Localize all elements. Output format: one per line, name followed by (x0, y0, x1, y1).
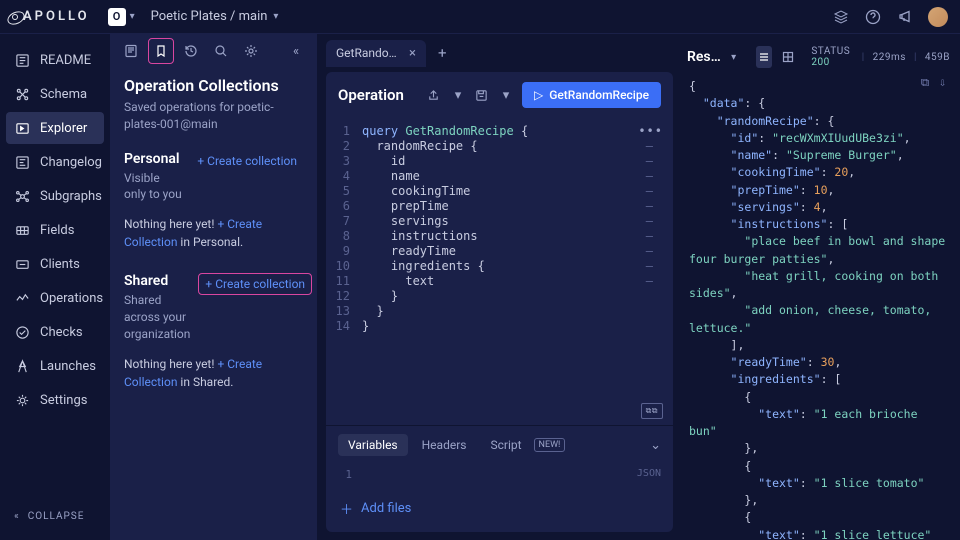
graphs-icon[interactable] (832, 8, 850, 26)
response-panel: Respo... ▾ STATUS 200 | 229ms | 459B ⧉⇩ … (681, 34, 960, 540)
collapse-panel-icon[interactable]: « (283, 38, 309, 64)
topbar: APOLLO O ▾ Poetic Plates / main ▾ (0, 0, 960, 34)
sidebar-item-schema[interactable]: Schema (6, 78, 104, 110)
personal-heading: Personal (124, 151, 183, 167)
play-icon: ▷ (534, 88, 543, 102)
sidebar-item-label: Checks (40, 325, 83, 340)
operation-tab[interactable]: GetRandomR...× (326, 40, 426, 67)
personal-subtitle: Visible only to you (124, 170, 183, 204)
chevron-down-icon[interactable]: ▾ (130, 11, 135, 22)
sidebar-item-label: Clients (40, 257, 80, 272)
tab-headers[interactable]: Headers (412, 434, 477, 456)
json-label: JSON (637, 468, 661, 481)
sidebar-item-clients[interactable]: Clients (6, 248, 104, 280)
sidebar-item-label: Subgraphs (40, 189, 102, 204)
personal-empty: Nothing here yet! + Create Collection in… (124, 215, 303, 251)
operation-tabs: GetRandomR...× + (318, 34, 681, 72)
readme-icon (14, 52, 30, 68)
sidebar-item-label: Schema (40, 87, 87, 102)
response-body[interactable]: ⧉⇩ { "data": { "randomRecipe": { "id": "… (687, 72, 950, 540)
query-editor[interactable]: 1234567891011121314 ••• ⧉⧉ query GetRand… (326, 118, 673, 425)
shared-heading: Shared (124, 273, 190, 289)
sidebar-item-subgraphs[interactable]: Subgraphs (6, 180, 104, 212)
sidebar-item-readme[interactable]: README (6, 44, 104, 76)
gear-icon[interactable] (238, 38, 264, 64)
docs-icon[interactable] (118, 38, 144, 64)
sidebar-item-changelog[interactable]: Changelog (6, 146, 104, 178)
collections-title: Operation Collections (124, 76, 303, 95)
save-icon[interactable] (474, 87, 490, 103)
sidebar-item-label: Fields (40, 223, 74, 238)
explorer-icon (14, 120, 30, 136)
add-tab-button[interactable]: + (430, 40, 455, 66)
expand-icon[interactable]: ⌄ (650, 438, 661, 453)
new-badge: NEW! (534, 438, 566, 452)
add-files-button[interactable]: ＋Add files (326, 489, 673, 532)
operation-title: Operation (338, 86, 418, 104)
breadcrumb[interactable]: Poetic Plates / main (151, 9, 268, 24)
create-personal-button[interactable]: + Create collection (191, 151, 303, 171)
download-icon[interactable]: ⇩ (939, 74, 946, 91)
launches-icon (14, 358, 30, 374)
sidebar-item-settings[interactable]: Settings (6, 384, 104, 416)
collections-panel: « Operation Collections Saved operations… (110, 34, 318, 540)
sidebar-item-checks[interactable]: Checks (6, 316, 104, 348)
more-icon[interactable]: ••• (638, 122, 663, 140)
sidebar-item-label: Changelog (40, 155, 102, 170)
chevron-down-icon[interactable]: ▾ (731, 52, 736, 63)
collapse-button[interactable]: «COLLAPSE (6, 503, 104, 530)
sidebar-item-label: Operations (40, 291, 103, 306)
sidebar-item-label: README (40, 53, 91, 68)
collections-subtitle: Saved operations for poetic-plates-001@m… (124, 99, 303, 133)
sidebar: README Schema Explorer Changelog Subgraphs Fi… (0, 34, 110, 540)
sidebar-item-label: Settings (40, 393, 87, 408)
subgraphs-icon (14, 188, 30, 204)
close-icon[interactable]: × (409, 46, 416, 61)
chevron-down-icon[interactable]: ▾ (450, 87, 466, 103)
settings-icon (14, 392, 30, 408)
size: 459B (925, 52, 950, 63)
latency: 229ms (873, 52, 906, 63)
org-badge[interactable]: O (108, 8, 126, 26)
bookmark-icon[interactable] (148, 38, 174, 64)
variables-editor[interactable]: 1JSON (326, 464, 673, 489)
chevron-down-icon[interactable]: ▾ (498, 87, 514, 103)
chevron-down-icon[interactable]: ▾ (273, 11, 278, 22)
run-button[interactable]: ▷GetRandomRecipe (522, 82, 661, 108)
help-icon[interactable] (864, 8, 882, 26)
operations-icon (14, 290, 30, 306)
search-icon[interactable] (208, 38, 234, 64)
tab-variables[interactable]: Variables (338, 434, 408, 456)
plus-icon: ＋ (340, 499, 353, 518)
response-title: Respo... (687, 49, 723, 65)
checks-icon (14, 324, 30, 340)
history-icon[interactable] (178, 38, 204, 64)
trace-badge[interactable]: ⧉⧉ (641, 403, 663, 419)
sidebar-item-operations[interactable]: Operations (6, 282, 104, 314)
table-view-icon[interactable] (780, 46, 795, 68)
megaphone-icon[interactable] (896, 8, 914, 26)
chevron-left-icon: « (14, 511, 20, 522)
status-label: STATUS 200 (811, 46, 853, 68)
clients-icon (14, 256, 30, 272)
schema-icon (14, 86, 30, 102)
fields-icon (14, 222, 30, 238)
avatar[interactable] (928, 7, 948, 27)
sidebar-item-launches[interactable]: Launches (6, 350, 104, 382)
create-shared-button[interactable]: + Create collection (198, 273, 312, 295)
share-icon[interactable] (426, 87, 442, 103)
list-view-icon[interactable] (756, 46, 771, 68)
sidebar-item-explorer[interactable]: Explorer (6, 112, 104, 144)
sidebar-item-fields[interactable]: Fields (6, 214, 104, 246)
sidebar-item-label: Explorer (40, 121, 87, 136)
apollo-logo: APOLLO (12, 9, 90, 24)
shared-empty: Nothing here yet! + Create Collection in… (124, 355, 303, 391)
shared-subtitle: Shared across your organization (124, 292, 190, 342)
copy-icon[interactable]: ⧉ (921, 74, 929, 91)
sidebar-item-label: Launches (40, 359, 96, 374)
changelog-icon (14, 154, 30, 170)
tab-script[interactable]: Script (480, 434, 531, 456)
